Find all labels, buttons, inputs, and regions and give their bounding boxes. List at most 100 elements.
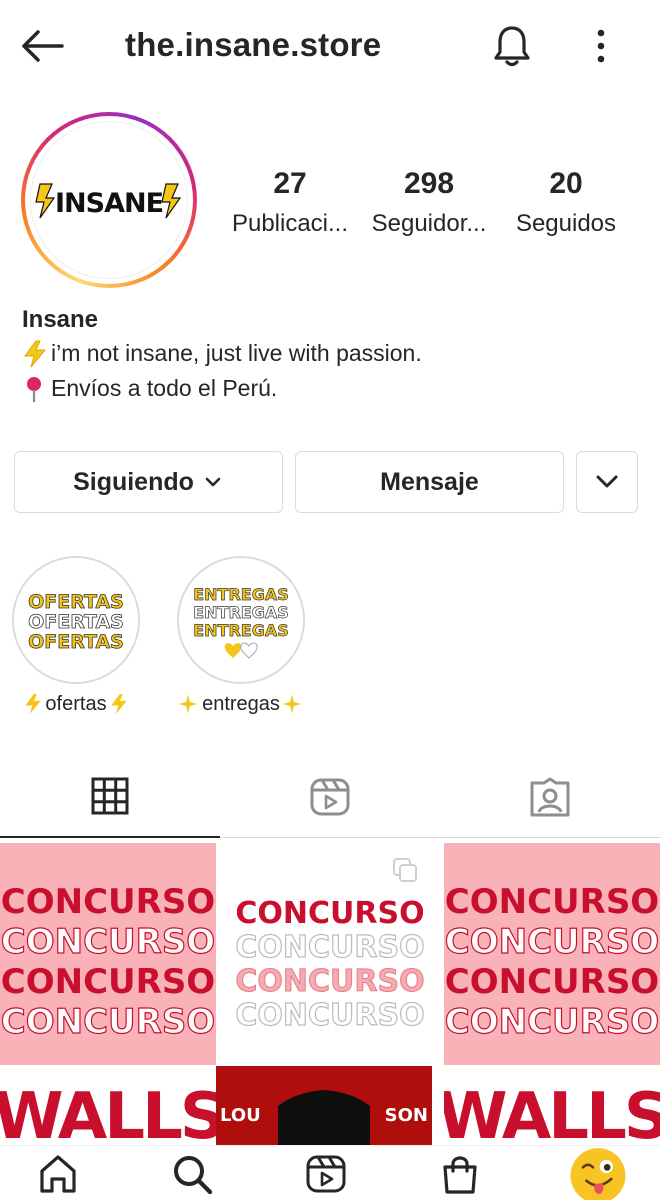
svg-text:OFERTAS: OFERTAS: [28, 631, 124, 653]
highlight-ofertas-ring: OFERTAS OFERTAS OFERTAS: [12, 556, 140, 684]
profile-avatar[interactable]: INSANE: [21, 112, 197, 288]
message-button[interactable]: Mensaje: [295, 451, 564, 513]
svg-text:CONCURSO: CONCURSO: [445, 1002, 659, 1042]
post-tshirt-art: LOU SON: [216, 1066, 432, 1145]
stat-posts-label: Publicaci...: [231, 210, 349, 237]
post-tile[interactable]: CONCURSO CONCURSO CONCURSO CONCURSO: [222, 843, 438, 1065]
lightning-icon: [24, 340, 47, 367]
post-tile[interactable]: LOU SON: [216, 1066, 432, 1145]
svg-text:CONCURSO: CONCURSO: [235, 964, 424, 999]
bio-line-2: Envíos a todo el Perú.: [22, 371, 422, 406]
post-walls-art: WALLS: [444, 1080, 660, 1145]
bottom-navigation: [0, 1145, 661, 1200]
reels-icon: [310, 778, 350, 816]
insane-logo: INSANE: [35, 183, 182, 219]
svg-text:CONCURSO: CONCURSO: [235, 930, 424, 965]
nav-shop[interactable]: [430, 1150, 490, 1198]
tab-posts-grid[interactable]: [0, 756, 220, 838]
highlight-entregas-label: entregas: [177, 692, 305, 716]
more-vertical-icon: [597, 29, 605, 63]
svg-text:OFERTAS: OFERTAS: [28, 611, 124, 633]
svg-text:CONCURSO: CONCURSO: [445, 882, 659, 922]
svg-text:WALLS: WALLS: [0, 1080, 216, 1145]
nav-profile[interactable]: [562, 1146, 634, 1200]
stat-following-value: 20: [549, 167, 583, 200]
shopping-bag-icon: [443, 1156, 477, 1194]
back-arrow-icon: [22, 30, 64, 62]
grid-icon: [91, 777, 129, 815]
svg-text:ENTREGAS: ENTREGAS: [193, 585, 289, 604]
post-tile[interactable]: WALLS: [0, 1066, 216, 1145]
bell-icon: [494, 26, 530, 67]
svg-text:CONCURSO: CONCURSO: [1, 882, 215, 922]
highlight-ofertas[interactable]: OFERTAS OFERTAS OFERTAS ofertas: [12, 556, 140, 716]
stat-posts[interactable]: 27 Publicaci...: [224, 166, 356, 246]
stat-following[interactable]: 20 Seguidos: [506, 166, 626, 246]
profile-tabs: [0, 756, 661, 838]
post-tile[interactable]: CONCURSO CONCURSO CONCURSO CONCURSO: [0, 843, 216, 1065]
entregas-cover-art: ENTREGAS ENTREGAS ENTREGAS: [193, 585, 289, 659]
search-icon: [174, 1156, 213, 1195]
svg-text:SON: SON: [385, 1105, 428, 1126]
svg-text:CONCURSO: CONCURSO: [1, 1002, 215, 1042]
tab-tagged[interactable]: [440, 756, 660, 838]
home-icon: [40, 1155, 76, 1193]
svg-text:INSANE: INSANE: [55, 188, 163, 219]
svg-text:CONCURSO: CONCURSO: [1, 922, 215, 962]
svg-text:ENTREGAS: ENTREGAS: [193, 621, 289, 640]
chevron-down-icon: [596, 475, 618, 488]
post-walls-art: WALLS: [0, 1080, 216, 1145]
post-tile[interactable]: CONCURSO CONCURSO CONCURSO CONCURSO: [444, 843, 660, 1065]
bio-line-2-text: Envíos a todo el Perú.: [51, 375, 278, 401]
message-button-label: Mensaje: [380, 467, 479, 496]
stat-following-label: Seguidos: [515, 210, 617, 237]
top-bar: the.insane.store: [0, 0, 661, 92]
lightning-icon: [110, 694, 127, 714]
reels-icon: [306, 1155, 346, 1193]
profile-bio: Insane i’m not insane, just live with pa…: [22, 304, 422, 406]
tagged-person-icon: [530, 777, 570, 817]
post-concurso-art: CONCURSO CONCURSO CONCURSO CONCURSO: [235, 858, 425, 1034]
bio-line-1-text: i’m not insane, just live with passion.: [51, 340, 422, 366]
post-concurso-art: CONCURSO CONCURSO CONCURSO CONCURSO: [0, 882, 216, 1043]
lightning-icon: [25, 694, 42, 714]
svg-text:LOU: LOU: [220, 1105, 261, 1126]
highlight-ofertas-label: ofertas: [12, 692, 140, 716]
following-button-label: Siguiendo: [73, 467, 194, 496]
highlight-entregas-cover: ENTREGAS ENTREGAS ENTREGAS: [183, 562, 299, 678]
svg-text:CONCURSO: CONCURSO: [445, 962, 659, 1002]
stat-followers[interactable]: 298 Seguidor...: [364, 166, 494, 246]
winking-emoji-icon: [570, 1147, 626, 1200]
tab-reels[interactable]: [220, 756, 440, 838]
post-tile[interactable]: WALLS: [444, 1066, 660, 1145]
chevron-down-icon: [205, 477, 221, 487]
nav-reels[interactable]: [296, 1150, 356, 1198]
nav-search[interactable]: [162, 1150, 222, 1198]
following-button[interactable]: Siguiendo: [14, 451, 283, 513]
nav-home[interactable]: [28, 1150, 88, 1198]
profile-username: the.insane.store: [125, 26, 382, 63]
more-options-button[interactable]: [582, 22, 620, 70]
highlight-entregas-text: entregas: [202, 692, 280, 715]
sparkles-icon: [282, 695, 301, 713]
stat-followers-value: 298: [403, 167, 455, 200]
posts-grid: CONCURSO CONCURSO CONCURSO CONCURSO CONC…: [0, 840, 661, 1145]
avatar-logo: INSANE: [30, 121, 188, 279]
suggested-accounts-button[interactable]: [576, 451, 638, 513]
highlight-entregas-ring: ENTREGAS ENTREGAS ENTREGAS: [177, 556, 305, 684]
pin-icon: [27, 376, 41, 402]
svg-text:OFERTAS: OFERTAS: [28, 591, 124, 613]
highlight-ofertas-cover: OFERTAS OFERTAS OFERTAS: [18, 562, 134, 678]
sparkles-icon: [179, 695, 198, 713]
notifications-button[interactable]: [486, 22, 538, 70]
highlight-entregas[interactable]: ENTREGAS ENTREGAS ENTREGAS entregas: [177, 556, 305, 716]
post-concurso-art: CONCURSO CONCURSO CONCURSO CONCURSO: [444, 882, 660, 1043]
ofertas-cover-art: OFERTAS OFERTAS OFERTAS: [28, 591, 125, 654]
back-button[interactable]: [18, 24, 66, 68]
stat-followers-label: Seguidor...: [371, 210, 487, 237]
highlight-ofertas-text: ofertas: [45, 692, 107, 715]
svg-text:CONCURSO: CONCURSO: [235, 896, 424, 931]
svg-text:CONCURSO: CONCURSO: [445, 922, 659, 962]
svg-text:CONCURSO: CONCURSO: [235, 998, 424, 1033]
bio-line-1: i’m not insane, just live with passion.: [22, 336, 422, 371]
